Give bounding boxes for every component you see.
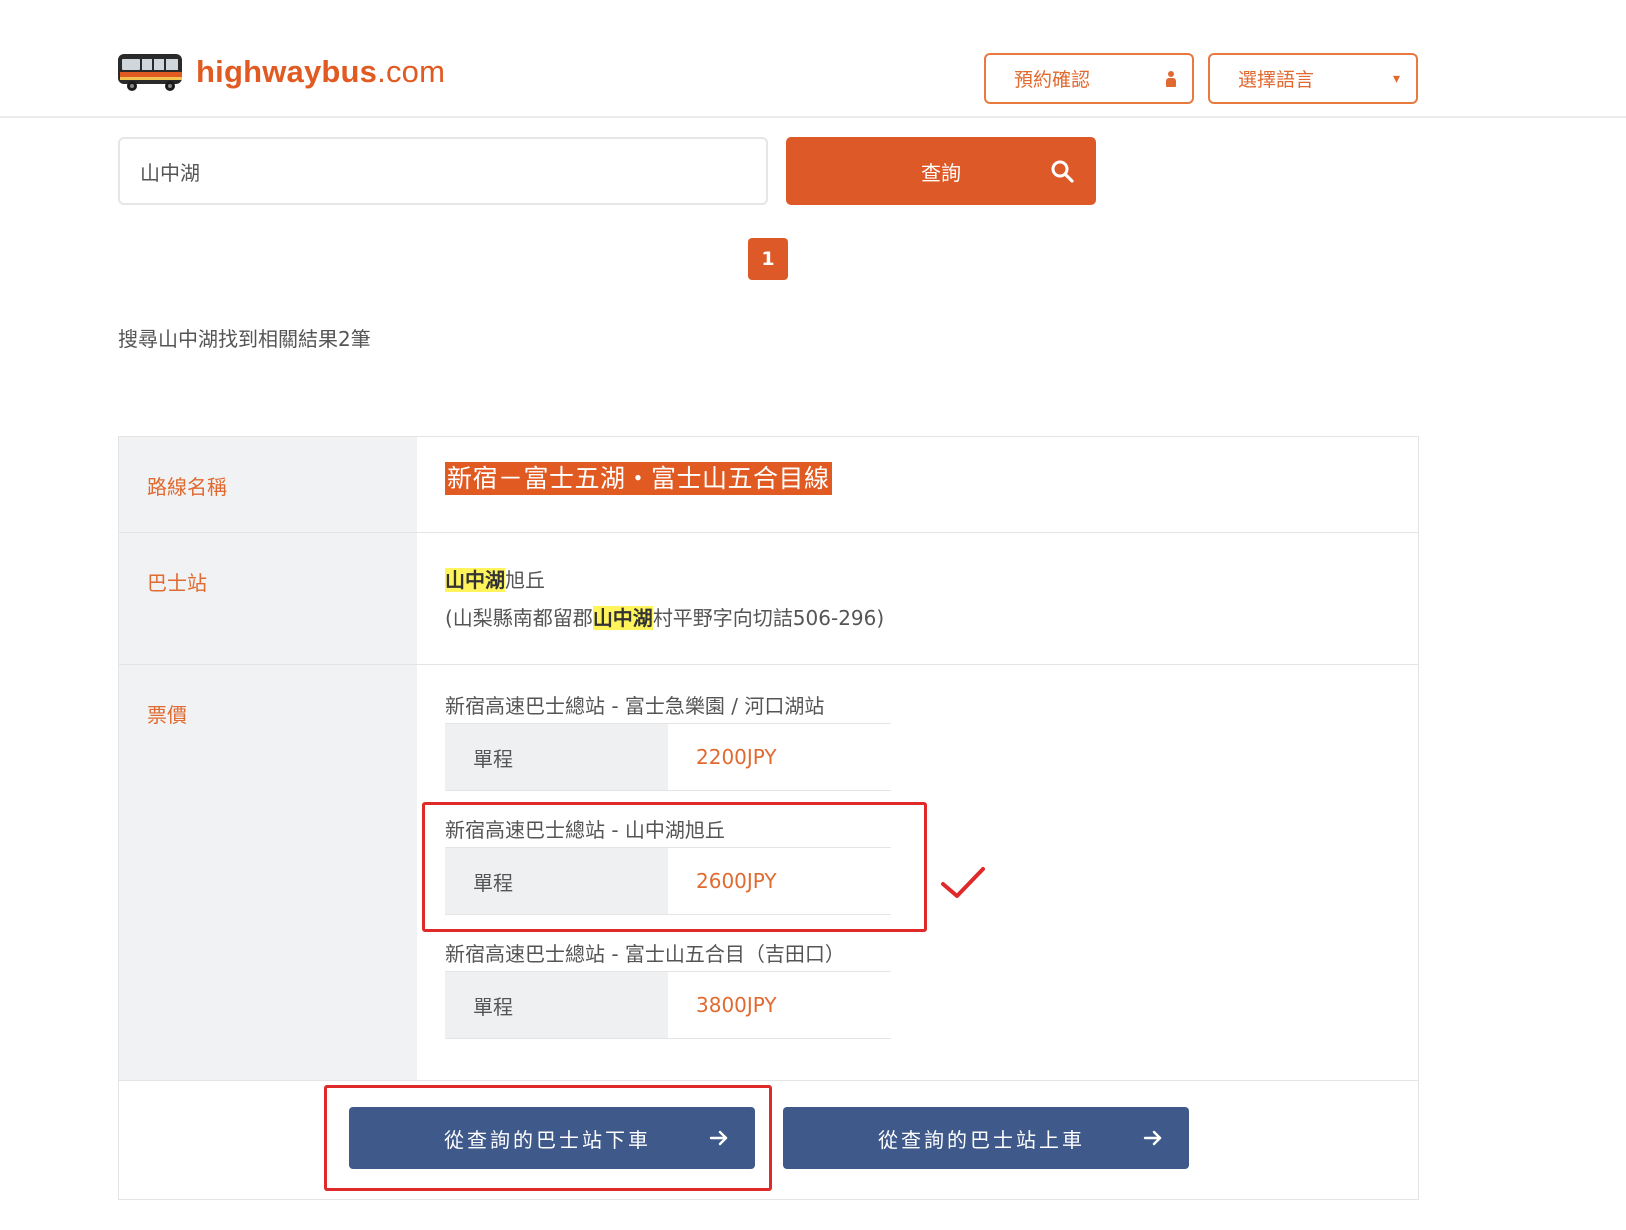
booking-confirm-label: 預約確認 (1014, 69, 1091, 91)
result-summary: 搜尋山中湖找到相關結果2筆 (118, 327, 371, 351)
bus-stop-value-cell: 山中湖旭丘 (山梨縣南都留郡山中湖村平野字向切詰506-296) (417, 533, 1418, 664)
board-at-stop-button[interactable]: 從查詢的巴士站上車 (783, 1107, 1189, 1169)
fare-type: 單程 (445, 724, 668, 790)
fare-price: 2200JPY (696, 745, 777, 769)
result-table: 路線名稱 新宿－富士五湖・富士山五合目線 巴士站 山中湖旭丘 (山梨縣南都留郡山… (118, 436, 1419, 1200)
site-header: highwaybus.com 預約確認 選擇語言 ▾ (0, 0, 1626, 118)
fare-label: 票價 (147, 703, 187, 727)
bus-stop-label-cell: 巴士站 (119, 533, 417, 664)
bus-stop-name: 山中湖旭丘 (445, 564, 545, 593)
search-input[interactable] (118, 137, 768, 205)
logo-text: highwaybus.com (196, 54, 446, 89)
language-select-label: 選擇語言 (1238, 69, 1315, 91)
search-button-label: 查詢 (921, 160, 961, 185)
board-at-stop-label: 從查詢的巴士站上車 (878, 1127, 1085, 1152)
address-prefix: (山梨縣南都留郡 (445, 606, 593, 630)
fare-value-cell: 新宿高速巴士總站 - 富士急樂園 / 河口湖站 單程 2200JPY 新宿高速巴… (417, 665, 1418, 1080)
fare-label-cell: 票價 (119, 665, 417, 1080)
fare-item: 單程 2600JPY (445, 847, 891, 915)
fare-type: 單程 (445, 972, 668, 1038)
fare-type: 單程 (445, 848, 668, 914)
fare-item: 單程 2200JPY (445, 723, 891, 791)
route-name-value-cell: 新宿－富士五湖・富士山五合目線 (417, 437, 1418, 532)
booking-confirm-button[interactable]: 預約確認 (984, 53, 1194, 104)
search-button[interactable]: 查詢 (786, 137, 1096, 205)
search-highlight: 山中湖 (592, 606, 653, 630)
fare-title: 新宿高速巴士總站 - 山中湖旭丘 (445, 818, 725, 842)
route-name[interactable]: 新宿－富士五湖・富士山五合目線 (445, 462, 832, 495)
caret-down-icon: ▾ (1392, 70, 1400, 87)
route-name-label: 路線名稱 (147, 475, 227, 499)
arrow-right-icon (1143, 1130, 1162, 1146)
person-icon (1166, 71, 1176, 87)
search-highlight: 山中湖 (445, 568, 505, 592)
language-select[interactable]: 選擇語言 ▾ (1208, 53, 1418, 104)
arrow-right-icon (709, 1130, 728, 1146)
fare-title: 新宿高速巴士總站 - 富士山五合目（吉田口） (445, 942, 845, 966)
action-button-row: 從查詢的巴士站下車 從查詢的巴士站上車 (119, 1081, 1418, 1201)
search-icon (1051, 160, 1074, 183)
route-name-row: 路線名稱 新宿－富士五湖・富士山五合目線 (119, 437, 1418, 533)
fare-item: 單程 3800JPY (445, 971, 891, 1039)
alight-at-stop-button[interactable]: 從查詢的巴士站下車 (349, 1107, 755, 1169)
fare-title: 新宿高速巴士總站 - 富士急樂園 / 河口湖站 (445, 694, 825, 718)
bus-stop-address: (山梨縣南都留郡山中湖村平野字向切詰506-296) (445, 602, 884, 631)
fare-price: 3800JPY (696, 993, 777, 1017)
site-logo[interactable]: highwaybus.com (116, 50, 445, 94)
checkmark-icon (941, 867, 985, 898)
alight-at-stop-label: 從查詢的巴士站下車 (444, 1127, 651, 1152)
address-suffix: 村平野字向切詰506-296) (652, 606, 885, 630)
bus-stop-label: 巴士站 (147, 571, 207, 595)
bus-stop-name-rest: 旭丘 (505, 568, 545, 592)
pagination-page-current[interactable]: 1 (748, 238, 788, 280)
fare-price: 2600JPY (696, 869, 777, 893)
fare-row: 票價 新宿高速巴士總站 - 富士急樂園 / 河口湖站 單程 2200JPY 新宿… (119, 665, 1418, 1081)
route-name-label-cell: 路線名稱 (119, 437, 417, 532)
bus-logo-icon (118, 54, 182, 91)
bus-stop-row: 巴士站 山中湖旭丘 (山梨縣南都留郡山中湖村平野字向切詰506-296) (119, 533, 1418, 665)
